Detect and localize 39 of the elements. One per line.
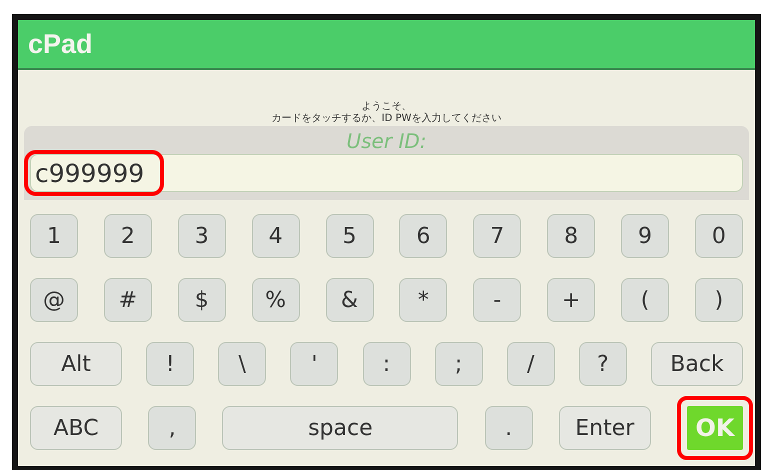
key[interactable]: . xyxy=(484,406,533,450)
key[interactable]: ' xyxy=(290,342,338,386)
key[interactable]: 9 xyxy=(621,214,669,258)
key[interactable]: - xyxy=(473,278,522,322)
space-key[interactable]: space xyxy=(222,406,458,450)
welcome-message: ようこそ、 xyxy=(362,101,412,112)
key[interactable]: ; xyxy=(434,342,483,386)
key[interactable]: 4 xyxy=(252,214,300,258)
key[interactable]: ABC xyxy=(30,406,122,450)
key[interactable]: 6 xyxy=(399,214,448,258)
key[interactable]: / xyxy=(506,342,555,386)
key[interactable]: Back xyxy=(651,342,743,386)
key[interactable]: @ xyxy=(30,278,78,322)
key[interactable]: % xyxy=(252,278,300,322)
key[interactable]: 2 xyxy=(104,214,152,258)
key[interactable]: & xyxy=(326,278,374,322)
user-id-field[interactable]: c999999 xyxy=(30,154,743,192)
welcome-message: カードをタッチするか、ID PWを入力してください xyxy=(272,112,502,124)
key[interactable]: Alt xyxy=(30,342,122,386)
key[interactable]: 3 xyxy=(178,214,226,258)
key[interactable]: ( xyxy=(621,278,669,322)
key[interactable]: ? xyxy=(578,342,627,386)
app-title: cPad xyxy=(18,20,755,70)
key[interactable]: 1 xyxy=(30,214,78,258)
key[interactable]: : xyxy=(362,342,410,386)
field-label: User ID: xyxy=(346,128,428,154)
key[interactable]: ) xyxy=(694,278,743,322)
key[interactable]: $ xyxy=(178,278,226,322)
key[interactable]: 8 xyxy=(547,214,596,258)
key[interactable]: # xyxy=(104,278,152,322)
key[interactable]: 5 xyxy=(326,214,374,258)
key[interactable]: Enter xyxy=(558,406,651,450)
key[interactable]: , xyxy=(148,406,196,450)
key[interactable]: \ xyxy=(218,342,266,386)
key[interactable]: ! xyxy=(146,342,194,386)
key[interactable]: + xyxy=(547,278,596,322)
key[interactable]: 0 xyxy=(694,214,743,258)
key[interactable]: * xyxy=(399,278,448,322)
key[interactable]: 7 xyxy=(473,214,522,258)
